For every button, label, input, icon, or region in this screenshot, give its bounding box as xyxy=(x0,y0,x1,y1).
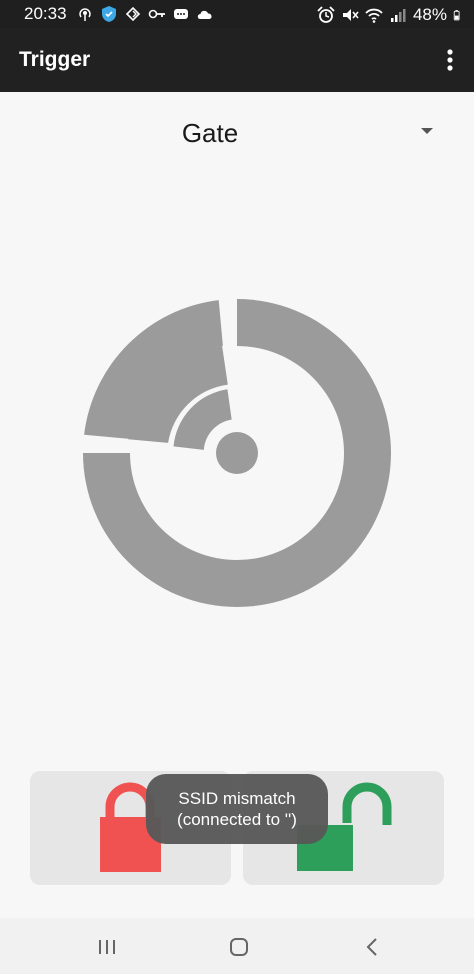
home-icon[interactable] xyxy=(224,932,254,962)
signal-dot xyxy=(216,432,258,474)
back-icon[interactable] xyxy=(358,932,388,962)
navigation-bar xyxy=(0,918,474,974)
recent-apps-icon[interactable] xyxy=(92,932,122,962)
toast-line-2: (connected to '') xyxy=(177,810,297,829)
trigger-button-graphic[interactable] xyxy=(0,0,474,760)
toast-line-1: SSID mismatch xyxy=(178,789,296,808)
toast-message: SSID mismatch (connected to '') xyxy=(146,774,328,844)
